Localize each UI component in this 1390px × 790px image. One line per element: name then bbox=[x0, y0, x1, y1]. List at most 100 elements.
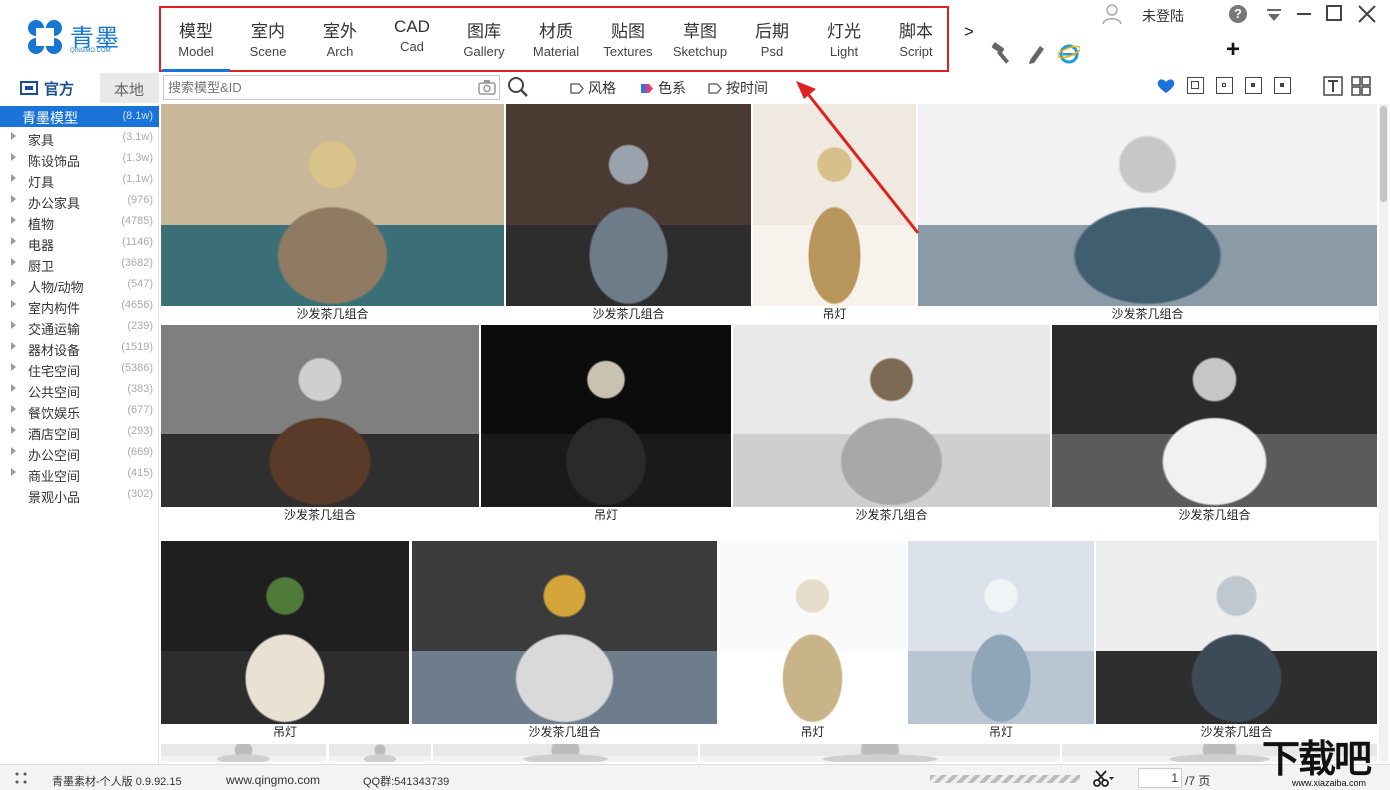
grid-view-icon[interactable] bbox=[1351, 76, 1371, 96]
page-number-input[interactable]: 1 bbox=[1138, 768, 1182, 788]
thumb-size-m-button[interactable] bbox=[1245, 77, 1262, 94]
nav-tab-sketchup[interactable]: 草图 Sketchup bbox=[664, 8, 736, 66]
nav-tab-script[interactable]: 脚本 Script bbox=[880, 8, 952, 66]
expand-arrow-icon[interactable] bbox=[11, 216, 16, 224]
nav-tab-cad[interactable]: CAD Cad bbox=[376, 8, 448, 66]
expand-arrow-icon[interactable] bbox=[11, 195, 16, 203]
expand-arrow-icon[interactable] bbox=[11, 237, 16, 245]
category-count: (976) bbox=[127, 194, 153, 206]
category-item[interactable]: 交通运输 (239) bbox=[0, 316, 159, 337]
category-item[interactable]: 青墨模型 (8.1w) bbox=[0, 106, 159, 127]
thumbnail-card[interactable] bbox=[161, 744, 326, 762]
thumbnail-card[interactable] bbox=[433, 744, 698, 762]
category-item[interactable]: 办公空间 (669) bbox=[0, 442, 159, 463]
hammer-icon[interactable] bbox=[990, 42, 1014, 64]
expand-arrow-icon[interactable] bbox=[11, 447, 16, 455]
expand-arrow-icon[interactable] bbox=[11, 342, 16, 350]
expand-arrow-icon[interactable] bbox=[11, 321, 16, 329]
thumbnail-card[interactable]: 吊灯 bbox=[161, 541, 409, 741]
expand-arrow-icon[interactable] bbox=[11, 468, 16, 476]
category-item[interactable]: 厨卫 (3682) bbox=[0, 253, 159, 274]
thumbnail-card[interactable]: 吊灯 bbox=[719, 541, 906, 741]
expand-arrow-icon[interactable] bbox=[11, 363, 16, 371]
category-item[interactable]: 陈设饰品 (1.3w) bbox=[0, 148, 159, 169]
thumb-size-s-button[interactable] bbox=[1274, 77, 1291, 94]
nav-more-button[interactable]: > bbox=[964, 22, 974, 42]
thumbnail-card[interactable]: 沙发茶几组合 bbox=[161, 104, 504, 323]
category-item[interactable]: 器材设备 (1519) bbox=[0, 337, 159, 358]
nav-tab-gallery[interactable]: 图库 Gallery bbox=[448, 8, 520, 66]
add-button[interactable]: + bbox=[1226, 36, 1240, 64]
category-item[interactable]: 商业空间 (415) bbox=[0, 463, 159, 484]
minimize-icon[interactable] bbox=[1295, 4, 1313, 22]
category-item[interactable]: 住宅空间 (5386) bbox=[0, 358, 159, 379]
category-item[interactable]: 人物/动物 (547) bbox=[0, 274, 159, 295]
thumbnail-card[interactable]: 沙发茶几组合 bbox=[1096, 541, 1377, 741]
thumbnail-image bbox=[733, 325, 1050, 507]
category-item[interactable]: 餐饮娱乐 (677) bbox=[0, 400, 159, 421]
tab-local[interactable]: 本地 bbox=[114, 79, 144, 100]
thumbnail-card[interactable]: 吊灯 bbox=[481, 325, 731, 524]
maximize-icon[interactable] bbox=[1325, 4, 1343, 22]
nav-tab-model[interactable]: 模型 Model bbox=[160, 8, 232, 72]
scrollbar-thumb[interactable] bbox=[1380, 106, 1387, 202]
browser-icon[interactable] bbox=[1058, 42, 1080, 64]
thumbnail-card[interactable]: 沙发茶几组合 bbox=[412, 541, 717, 741]
user-avatar-icon[interactable] bbox=[1101, 3, 1123, 25]
nav-tab-cn-label: 室外 bbox=[323, 22, 357, 41]
thumbnail-card[interactable]: 吊灯 bbox=[908, 541, 1094, 741]
thumbnail-card[interactable]: 沙发茶几组合 bbox=[1052, 325, 1377, 524]
tab-official[interactable]: 官方 bbox=[0, 73, 100, 103]
category-item[interactable]: 电器 (1146) bbox=[0, 232, 159, 253]
expand-arrow-icon[interactable] bbox=[11, 426, 16, 434]
nav-tab-textures[interactable]: 贴图 Textures bbox=[592, 8, 664, 66]
text-view-icon[interactable] bbox=[1323, 76, 1343, 96]
nav-tab-scene[interactable]: 室内 Scene bbox=[232, 8, 304, 66]
scissors-icon[interactable] bbox=[1093, 770, 1115, 788]
nav-tab-material[interactable]: 材质 Material bbox=[520, 8, 592, 66]
expand-arrow-icon[interactable] bbox=[11, 300, 16, 308]
expand-arrow-icon[interactable] bbox=[11, 258, 16, 266]
thumb-size-l-button[interactable] bbox=[1216, 77, 1233, 94]
pencil-icon[interactable] bbox=[1026, 42, 1046, 64]
nav-tab-psd[interactable]: 后期 Psd bbox=[736, 8, 808, 66]
filter-time[interactable]: 按时间 bbox=[708, 78, 768, 98]
scrollbar[interactable] bbox=[1379, 104, 1388, 762]
login-status[interactable]: 未登陆 bbox=[1142, 6, 1184, 26]
thumbnail-card[interactable]: 沙发茶几组合 bbox=[506, 104, 751, 323]
category-item[interactable]: 灯具 (1.1w) bbox=[0, 169, 159, 190]
category-item[interactable]: 酒店空间 (293) bbox=[0, 421, 159, 442]
category-item[interactable]: 公共空间 (383) bbox=[0, 379, 159, 400]
filter-color[interactable]: 色系 bbox=[640, 78, 686, 98]
camera-icon[interactable] bbox=[478, 79, 496, 95]
share-icon[interactable] bbox=[14, 772, 28, 784]
expand-arrow-icon[interactable] bbox=[11, 153, 16, 161]
thumbnail-card[interactable] bbox=[329, 744, 431, 762]
search-input[interactable] bbox=[168, 78, 468, 97]
expand-arrow-icon[interactable] bbox=[11, 384, 16, 392]
nav-tab-arch[interactable]: 室外 Arch bbox=[304, 8, 376, 66]
expand-arrow-icon[interactable] bbox=[11, 132, 16, 140]
category-item[interactable]: 景观小品 (302) bbox=[0, 484, 159, 505]
help-icon[interactable]: ? bbox=[1229, 5, 1247, 23]
website-link[interactable]: www.qingmo.com bbox=[226, 773, 320, 787]
filter-style[interactable]: 风格 bbox=[570, 78, 616, 98]
search-icon[interactable] bbox=[507, 76, 529, 98]
category-item[interactable]: 植物 (4785) bbox=[0, 211, 159, 232]
category-label: 灯具 bbox=[28, 175, 55, 190]
thumbnail-card[interactable]: 沙发茶几组合 bbox=[733, 325, 1050, 524]
thumbnail-card[interactable] bbox=[700, 744, 1060, 762]
category-item[interactable]: 家具 (3.1w) bbox=[0, 127, 159, 148]
favorites-heart-icon[interactable] bbox=[1157, 78, 1175, 94]
category-item[interactable]: 室内构件 (4656) bbox=[0, 295, 159, 316]
thumbnail-card[interactable]: 沙发茶几组合 bbox=[161, 325, 479, 524]
close-icon[interactable] bbox=[1356, 3, 1378, 25]
thumbnail-card[interactable]: 沙发茶几组合 bbox=[918, 104, 1377, 323]
expand-arrow-icon[interactable] bbox=[11, 279, 16, 287]
nav-tab-light[interactable]: 灯光 Light bbox=[808, 8, 880, 66]
expand-arrow-icon[interactable] bbox=[11, 174, 16, 182]
thumb-size-xl-button[interactable] bbox=[1187, 77, 1204, 94]
expand-arrow-icon[interactable] bbox=[11, 405, 16, 413]
menu-dropdown-icon[interactable] bbox=[1266, 8, 1282, 22]
category-item[interactable]: 办公家具 (976) bbox=[0, 190, 159, 211]
